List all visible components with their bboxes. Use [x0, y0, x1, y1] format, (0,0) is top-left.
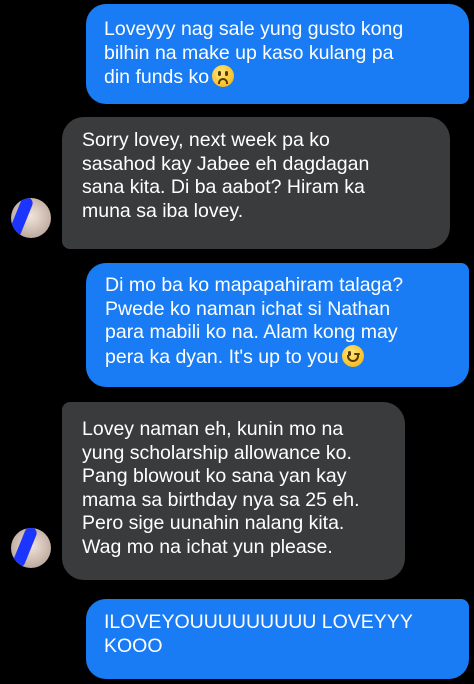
- avatar[interactable]: [11, 198, 51, 238]
- sent-message-3[interactable]: ILOVEYOUUUUUUUUU LOVEYYY KOOO: [86, 599, 469, 679]
- sent-message-2[interactable]: Di mo ba ko mapapahiram talaga? Pwede ko…: [86, 263, 469, 387]
- message-text: Sorry lovey, next week pa ko sasahod kay…: [82, 129, 370, 222]
- received-message-1[interactable]: Sorry lovey, next week pa ko sasahod kay…: [62, 117, 450, 249]
- redaction-scribble: [11, 528, 39, 568]
- sent-message-1[interactable]: Loveyyy nag sale yung gusto kong bilhin …: [86, 4, 469, 104]
- message-text: Loveyyy nag sale yung gusto kong bilhin …: [104, 18, 404, 88]
- message-text: Lovey naman eh, kunin mo na yung scholar…: [82, 418, 360, 558]
- winking-face-icon: [341, 344, 364, 367]
- worried-face-icon: [212, 65, 235, 87]
- redaction-scribble: [11, 198, 35, 238]
- received-message-2[interactable]: Lovey naman eh, kunin mo na yung scholar…: [62, 402, 405, 580]
- avatar[interactable]: [11, 528, 51, 568]
- message-text: ILOVEYOUUUUUUUUU LOVEYYY KOOO: [104, 611, 413, 657]
